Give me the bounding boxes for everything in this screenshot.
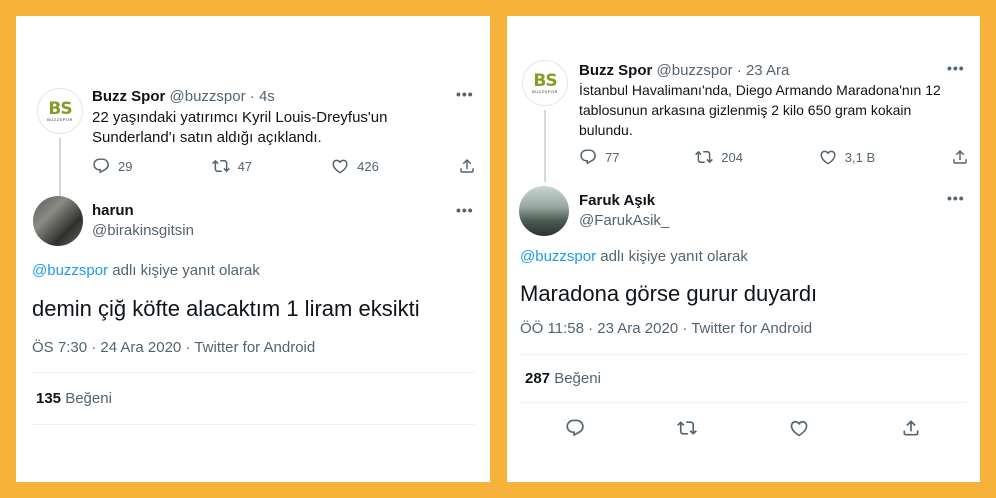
like-count: 426 (357, 158, 379, 174)
reply-icon[interactable] (565, 418, 585, 438)
reply-count: 77 (605, 149, 620, 165)
share-icon (951, 148, 969, 166)
parent-handle[interactable]: @buzzspor (170, 88, 246, 105)
parent-tweet-header: Buzz Spor @buzzspor · 4s (92, 88, 275, 105)
retweet-icon (212, 157, 230, 175)
tweet-panel-left: BS BUZZSPOR Buzz Spor @buzzspor · 4s •••… (16, 16, 490, 482)
more-options-icon[interactable]: ••• (456, 86, 474, 102)
like-icon[interactable] (789, 418, 809, 438)
reply-display-name[interactable]: Faruk Aşık (579, 192, 655, 209)
reply-display-name[interactable]: harun (92, 202, 134, 219)
likes-label: Beğeni (554, 370, 601, 387)
retweet-action[interactable]: 204 (695, 148, 743, 166)
reply-tweet-meta[interactable]: ÖÖ 11:58 · 23 Ara 2020 · Twitter for And… (520, 320, 812, 337)
avatar-sub: BUZZSPOR (47, 116, 73, 122)
parent-display-name[interactable]: Buzz Spor (579, 62, 652, 79)
parent-tweet-header: Buzz Spor @buzzspor · 23 Ara (579, 62, 789, 79)
reply-icon (579, 148, 597, 166)
reply-action[interactable]: 77 (579, 148, 619, 166)
reply-handle[interactable]: @FarukAsik_ (579, 212, 669, 229)
share-action[interactable] (458, 157, 476, 175)
retweet-icon[interactable] (677, 418, 697, 438)
avatar-letters: BS (48, 98, 72, 119)
more-options-icon[interactable]: ••• (947, 190, 965, 206)
reply-tweet-text: Maradona görse gurur duyardı (520, 281, 818, 306)
reply-mention-link[interactable]: @buzzspor (520, 248, 596, 265)
more-options-icon[interactable]: ••• (947, 60, 965, 76)
divider (32, 372, 476, 373)
parent-tweet-text: 22 yaşındaki yatırımcı Kyril Louis-Dreyf… (92, 109, 388, 146)
like-count: 3,1 B (844, 149, 876, 165)
parent-display-name[interactable]: Buzz Spor (92, 88, 165, 105)
buzzspor-avatar[interactable]: BS BUZZSPOR (37, 88, 83, 134)
divider (520, 402, 966, 403)
parent-action-bar: 77 204 3,1 B (579, 148, 969, 166)
likes-label: Beğeni (65, 390, 112, 407)
retweet-count: 204 (721, 149, 743, 165)
retweet-count: 47 (237, 158, 253, 174)
retweet-action[interactable]: 47 (212, 157, 252, 175)
likes-summary[interactable]: 287 Beğeni (525, 370, 601, 387)
likes-count: 287 (525, 370, 551, 387)
parent-time[interactable]: · 23 Ara (737, 62, 790, 79)
like-icon (331, 157, 349, 175)
parent-tweet-text: İstanbul Havalimanı'nda, Diego Armando M… (579, 82, 941, 138)
likes-summary[interactable]: 135 Beğeni (36, 390, 112, 407)
reply-count: 29 (118, 158, 133, 174)
like-action[interactable]: 426 (331, 157, 379, 175)
like-icon (819, 148, 837, 166)
reply-suffix: adlı kişiye yanıt olarak (112, 262, 260, 279)
replying-to: @buzzspor adlı kişiye yanıt olarak (520, 248, 748, 265)
tweet-panel-right: BS BUZZSPOR Buzz Spor @buzzspor · 23 Ara… (507, 16, 980, 482)
more-options-icon[interactable]: ••• (456, 202, 474, 218)
reply-action-bar (565, 418, 921, 438)
parent-time[interactable]: · 4s (250, 88, 275, 105)
retweet-icon (695, 148, 713, 166)
reply-action[interactable]: 29 (92, 157, 132, 175)
share-icon[interactable] (901, 418, 921, 438)
divider (32, 424, 476, 425)
parent-action-bar: 29 47 426 (92, 157, 476, 175)
reply-icon (92, 157, 110, 175)
divider (520, 354, 966, 355)
thread-line (544, 110, 546, 182)
reply-tweet-text: demin çiğ köfte alacaktım 1 liram eksikt… (32, 296, 420, 321)
like-action[interactable]: 3,1 B (819, 148, 875, 166)
reply-mention-link[interactable]: @buzzspor (32, 262, 108, 279)
reply-suffix: adlı kişiye yanıt olarak (600, 248, 748, 265)
replying-to: @buzzspor adlı kişiye yanıt olarak (32, 262, 260, 279)
harun-avatar[interactable] (33, 196, 83, 246)
reply-tweet-meta[interactable]: ÖS 7:30 · 24 Ara 2020 · Twitter for Andr… (32, 339, 315, 356)
avatar-sub: BUZZSPOR (532, 88, 558, 94)
reply-handle[interactable]: @birakinsgitsin (92, 222, 194, 239)
share-icon (458, 157, 476, 175)
faruk-avatar[interactable] (519, 186, 569, 236)
parent-handle[interactable]: @buzzspor (657, 62, 733, 79)
share-action[interactable] (951, 148, 969, 166)
likes-count: 135 (36, 390, 62, 407)
buzzspor-avatar[interactable]: BS BUZZSPOR (522, 60, 568, 106)
avatar-letters: BS (533, 70, 557, 91)
